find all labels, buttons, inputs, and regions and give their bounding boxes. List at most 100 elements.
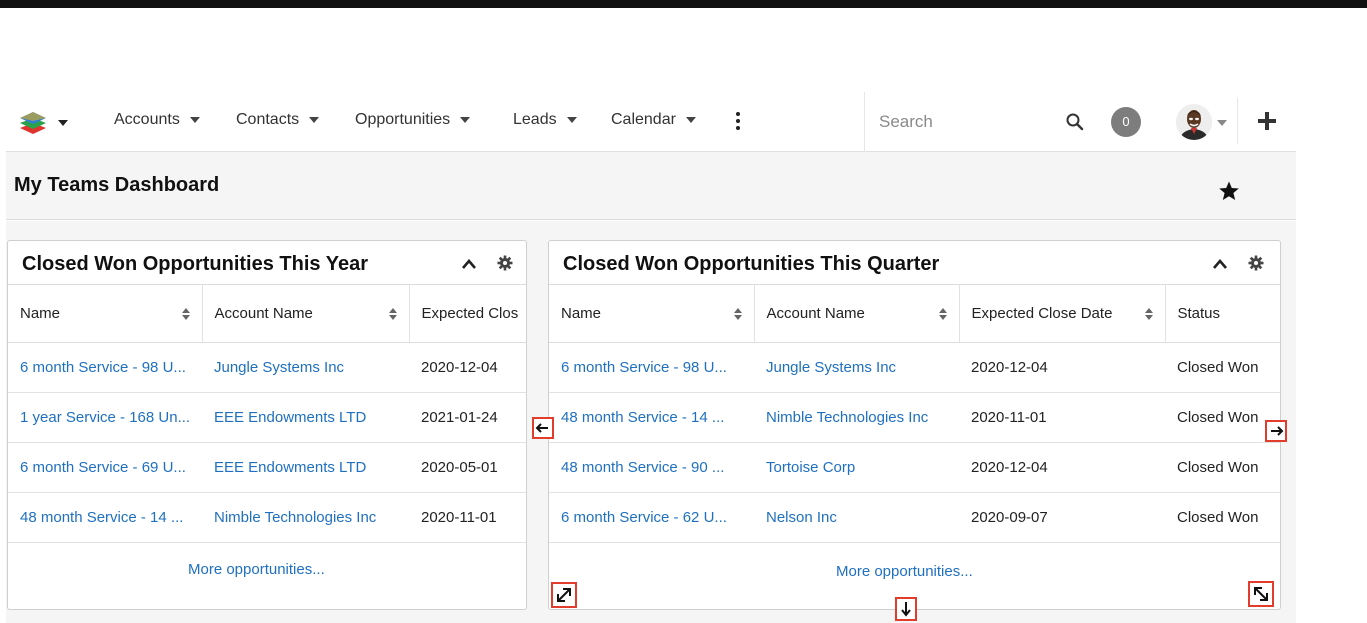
expected-close-date: 2020-11-01 [959, 392, 1165, 443]
expected-close-date: 2020-11-01 [409, 492, 526, 543]
resize-bottom-handle[interactable] [895, 597, 917, 621]
dashboard-header: My Teams Dashboard [6, 152, 1296, 220]
account-name-link[interactable]: EEE Endowments LTD [202, 442, 409, 493]
account-name-link[interactable]: Nelson Inc [754, 492, 959, 543]
column-header-account-name[interactable]: Account Name [202, 285, 410, 343]
expected-close-date: 2020-12-04 [959, 442, 1165, 493]
column-header-name[interactable]: Name [549, 285, 755, 343]
top-border [0, 0, 1367, 8]
column-header-status[interactable]: Status [1165, 285, 1280, 343]
chevron-down-icon [566, 116, 577, 123]
expected-close-date: 2021-01-24 [409, 392, 526, 443]
more-opportunities-link[interactable]: More opportunities... [836, 563, 973, 580]
expected-close-date: 2020-12-04 [959, 342, 1165, 393]
status-cell: Closed Won [1165, 342, 1280, 393]
dashlet-title: Closed Won Opportunities This Year [22, 253, 368, 275]
logo-caret-icon[interactable] [58, 120, 68, 126]
arrow-right-icon [1271, 426, 1284, 436]
account-name-link[interactable]: EEE Endowments LTD [202, 392, 409, 443]
table-row: 1 year Service - 168 Un... EEE Endowment… [8, 392, 526, 443]
dashlet-title: Closed Won Opportunities This Quarter [563, 253, 940, 275]
dashlet-closed-won-year: Closed Won Opportunities This Year Name … [7, 240, 527, 610]
column-header-expected-close[interactable]: Expected Clos [409, 285, 526, 343]
resize-corner-left-handle[interactable] [551, 582, 577, 608]
opportunity-name-link[interactable]: 6 month Service - 62 U... [549, 492, 754, 543]
table-row: 48 month Service - 14 ... Nimble Technol… [549, 392, 1280, 443]
table-row: 6 month Service - 69 U... EEE Endowments… [8, 442, 526, 493]
nav-menu-label: Opportunities [355, 111, 451, 128]
sort-icon[interactable] [1144, 307, 1153, 321]
chevron-down-icon [309, 116, 320, 123]
nav-menu-opportunities[interactable]: Opportunities [355, 111, 471, 129]
account-name-link[interactable]: Tortoise Corp [754, 442, 959, 493]
chevron-down-icon [460, 116, 471, 123]
sort-icon[interactable] [388, 307, 397, 321]
account-name-link[interactable]: Jungle Systems Inc [754, 342, 959, 393]
column-header-expected-close-date[interactable]: Expected Close Date [959, 285, 1166, 343]
table-row: 6 month Service - 98 U... Jungle Systems… [8, 342, 526, 393]
star-icon[interactable] [1218, 180, 1240, 202]
chevron-up-icon[interactable] [1212, 257, 1228, 271]
sort-icon[interactable] [938, 307, 947, 321]
chevron-down-icon [685, 116, 696, 123]
table-row: 6 month Service - 98 U... Jungle Systems… [549, 342, 1280, 393]
page-title: My Teams Dashboard [14, 174, 220, 196]
global-search [864, 92, 1104, 152]
status-cell: Closed Won [1165, 442, 1280, 493]
opportunity-name-link[interactable]: 6 month Service - 69 U... [8, 442, 202, 493]
table-row: 48 month Service - 14 ... Nimble Technol… [8, 492, 526, 543]
dashlet-closed-won-quarter: Closed Won Opportunities This Quarter Na… [548, 240, 1281, 610]
diagonal-resize-icon [557, 588, 571, 602]
app-logo-icon[interactable] [18, 110, 48, 136]
opportunity-name-link[interactable]: 48 month Service - 14 ... [549, 392, 754, 443]
table-row: 48 month Service - 90 ... Tortoise Corp … [549, 442, 1280, 493]
opportunities-table: Name Account Name Expected Close Date St… [549, 285, 1280, 543]
top-navigation-bar: Accounts Contacts Opportunities Leads Ca… [6, 92, 1296, 152]
account-name-link[interactable]: Jungle Systems Inc [202, 342, 409, 393]
gear-icon[interactable] [497, 255, 513, 271]
more-menu-icon[interactable] [735, 112, 741, 132]
user-menu-caret-icon[interactable] [1217, 120, 1227, 126]
opportunity-name-link[interactable]: 6 month Service - 98 U... [549, 342, 754, 393]
notifications-badge[interactable]: 0 [1111, 107, 1141, 137]
opportunity-name-link[interactable]: 6 month Service - 98 U... [8, 342, 202, 393]
opportunity-name-link[interactable]: 1 year Service - 168 Un... [8, 392, 202, 443]
dashlet-header: Closed Won Opportunities This Quarter [549, 241, 1280, 285]
account-name-link[interactable]: Nimble Technologies Inc [202, 492, 409, 543]
chevron-up-icon[interactable] [461, 257, 477, 271]
resize-right-handle[interactable] [1265, 420, 1287, 442]
resize-left-handle[interactable] [532, 417, 554, 439]
nav-menu-label: Accounts [114, 111, 180, 128]
expected-close-date: 2020-12-04 [409, 342, 526, 393]
dashlet-header: Closed Won Opportunities This Year [8, 241, 526, 285]
search-input[interactable] [879, 110, 1059, 134]
opportunity-name-link[interactable]: 48 month Service - 14 ... [8, 492, 202, 543]
arrow-down-icon [901, 602, 911, 617]
sort-icon[interactable] [181, 307, 190, 321]
nav-menu-label: Leads [513, 111, 557, 128]
table-header-row: Name Account Name Expected Close Date St… [549, 285, 1280, 343]
table-row: 6 month Service - 62 U... Nelson Inc 202… [549, 492, 1280, 543]
gear-icon[interactable] [1248, 255, 1264, 271]
table-header-row: Name Account Name Expected Clos [8, 285, 526, 343]
plus-icon[interactable] [1257, 111, 1277, 131]
nav-menu-contacts[interactable]: Contacts [236, 111, 320, 129]
nav-menu-label: Calendar [611, 111, 676, 128]
nav-menu-leads[interactable]: Leads [513, 111, 577, 129]
resize-corner-right-handle[interactable] [1248, 581, 1274, 607]
nav-menu-calendar[interactable]: Calendar [611, 111, 696, 129]
expected-close-date: 2020-09-07 [959, 492, 1165, 543]
arrow-left-icon [535, 423, 548, 433]
chevron-down-icon [189, 116, 200, 123]
sort-icon[interactable] [733, 307, 742, 321]
more-opportunities-link[interactable]: More opportunities... [188, 561, 325, 578]
diagonal-resize-icon [1254, 587, 1268, 601]
nav-menu-accounts[interactable]: Accounts [114, 111, 200, 129]
opportunity-name-link[interactable]: 48 month Service - 90 ... [549, 442, 754, 493]
avatar[interactable] [1176, 104, 1212, 140]
search-icon[interactable] [1065, 112, 1085, 132]
column-header-account-name[interactable]: Account Name [754, 285, 960, 343]
account-name-link[interactable]: Nimble Technologies Inc [754, 392, 959, 443]
opportunities-table: Name Account Name Expected Clos 6 month … [8, 285, 526, 543]
column-header-name[interactable]: Name [8, 285, 203, 343]
